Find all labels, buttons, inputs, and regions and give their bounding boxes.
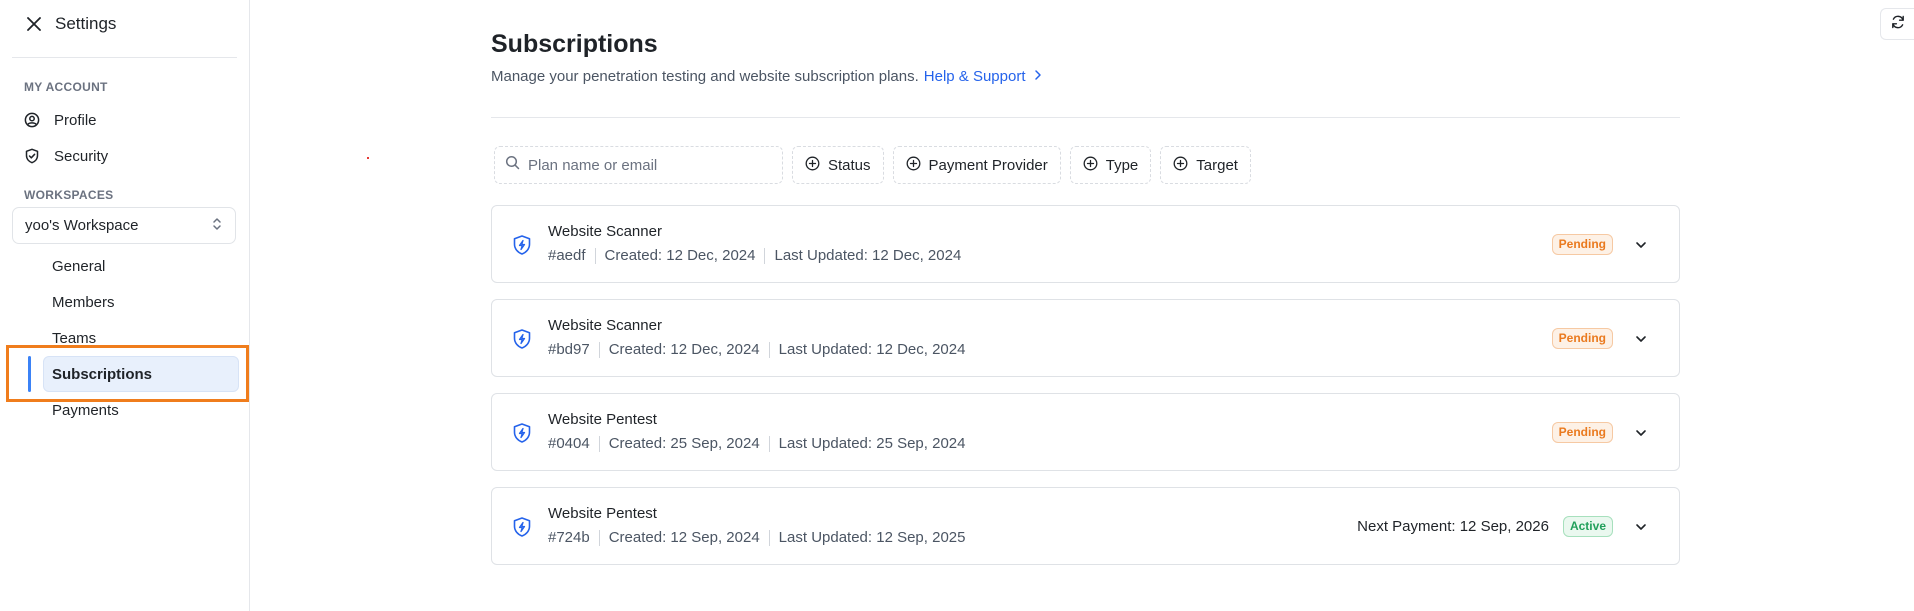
sidebar-item-members[interactable]: Members <box>52 288 115 316</box>
refresh-icon <box>1890 14 1906 35</box>
chevron-down-icon[interactable] <box>1633 519 1649 535</box>
subscription-card[interactable]: Website Scanner #bd97 Created: 12 Dec, 2… <box>491 299 1680 377</box>
meta-separator <box>764 247 766 264</box>
chevron-down-icon[interactable] <box>1633 425 1649 441</box>
subscription-created: Created: 25 Sep, 2024 <box>608 435 760 452</box>
filter-label: Payment Provider <box>928 156 1048 174</box>
plus-circle-icon <box>805 156 820 175</box>
subscription-created: Created: 12 Sep, 2024 <box>608 529 760 546</box>
sidebar-item-profile[interactable]: Profile <box>24 106 97 134</box>
shield-bolt-icon <box>511 328 533 350</box>
close-icon[interactable] <box>25 15 43 33</box>
user-circle-icon <box>24 112 40 128</box>
subscription-id: #0404 <box>548 435 590 452</box>
page-title: Subscriptions <box>491 30 658 58</box>
subscription-meta: #0404 Created: 25 Sep, 2024 Last Updated… <box>548 435 965 452</box>
status-badge: Active <box>1562 516 1613 537</box>
subscription-status-area: Pending <box>1551 234 1649 255</box>
subscription-id: #bd97 <box>548 341 590 358</box>
sidebar-item-general[interactable]: General <box>52 252 105 280</box>
subscription-card[interactable]: Website Scanner #aedf Created: 12 Dec, 2… <box>491 205 1680 283</box>
sidebar-header: Settings <box>25 14 116 34</box>
shield-bolt-icon <box>511 516 533 538</box>
subscription-name: Website Pentest <box>548 505 657 522</box>
sidebar-item-label: Security <box>54 147 109 165</box>
subscription-card[interactable]: Website Pentest #0404 Created: 25 Sep, 2… <box>491 393 1680 471</box>
subscription-updated: Last Updated: 12 Dec, 2024 <box>778 341 966 358</box>
sidebar-item-security[interactable]: Security <box>24 142 108 170</box>
meta-separator <box>768 529 770 546</box>
meta-separator <box>594 247 596 264</box>
filter-toolbar: Status Payment Provider Type Target <box>494 146 1251 184</box>
filter-status[interactable]: Status <box>792 146 884 184</box>
chevron-down-icon[interactable] <box>1633 237 1649 253</box>
subscription-meta: #bd97 Created: 12 Dec, 2024 Last Updated… <box>548 341 965 358</box>
section-my-account: MY ACCOUNT <box>24 80 108 94</box>
subscription-id: #aedf <box>548 247 586 264</box>
subscription-updated: Last Updated: 25 Sep, 2024 <box>778 435 966 452</box>
subscription-card[interactable]: Website Pentest #724b Created: 12 Sep, 2… <box>491 487 1680 565</box>
chevron-up-down-icon <box>211 217 223 235</box>
chevron-right-icon <box>1034 68 1042 85</box>
search-icon <box>505 155 520 175</box>
shield-bolt-icon <box>511 234 533 256</box>
settings-sidebar: Settings MY ACCOUNT Profile Security WOR… <box>0 0 250 611</box>
subscription-status-area: Pending <box>1551 328 1649 349</box>
filter-type[interactable]: Type <box>1069 146 1152 184</box>
status-badge: Pending <box>1551 328 1613 349</box>
subscription-name: Website Scanner <box>548 223 662 240</box>
filter-target[interactable]: Target <box>1160 146 1251 184</box>
subscription-meta: #aedf Created: 12 Dec, 2024 Last Updated… <box>548 247 961 264</box>
search-box[interactable] <box>494 146 783 184</box>
workspace-select-value: yoo's Workspace <box>25 217 139 234</box>
subscription-name: Website Scanner <box>548 317 662 334</box>
workspace-select[interactable]: yoo's Workspace <box>12 207 236 244</box>
filter-payment-provider[interactable]: Payment Provider <box>892 146 1061 184</box>
subscription-created: Created: 12 Dec, 2024 <box>604 247 756 264</box>
page-subtitle: Manage your penetration testing and webs… <box>491 68 1042 85</box>
shield-check-icon <box>24 148 40 164</box>
status-badge: Pending <box>1551 422 1613 443</box>
help-support-label: Help & Support <box>923 68 1026 85</box>
filter-label: Type <box>1105 156 1139 174</box>
meta-separator <box>768 341 770 358</box>
refresh-button[interactable] <box>1880 8 1914 40</box>
highlight-outline <box>6 345 249 402</box>
subtitle-text: Manage your penetration testing and webs… <box>491 68 919 85</box>
status-badge: Pending <box>1551 234 1613 255</box>
sidebar-item-label: Profile <box>54 111 97 129</box>
plus-circle-icon <box>1173 156 1188 175</box>
search-input[interactable] <box>528 156 758 174</box>
cursor-dot <box>367 157 369 159</box>
help-support-link[interactable]: Help & Support <box>924 68 1042 85</box>
sidebar-title: Settings <box>55 14 117 33</box>
next-payment: Next Payment: 12 Sep, 2026 <box>1357 518 1549 535</box>
subscription-updated: Last Updated: 12 Sep, 2025 <box>778 529 966 546</box>
subscription-status-area: Pending <box>1551 422 1649 443</box>
section-workspaces: WORKSPACES <box>24 188 114 202</box>
shield-bolt-icon <box>511 422 533 444</box>
subscription-created: Created: 12 Dec, 2024 <box>608 341 760 358</box>
filter-label: Status <box>828 156 871 174</box>
meta-separator <box>598 341 600 358</box>
meta-separator <box>598 435 600 452</box>
filter-label: Target <box>1196 156 1238 174</box>
meta-separator <box>768 435 770 452</box>
subscription-updated: Last Updated: 12 Dec, 2024 <box>774 247 962 264</box>
header-divider <box>491 117 1680 118</box>
chevron-down-icon[interactable] <box>1633 331 1649 347</box>
plus-circle-icon <box>1083 156 1098 175</box>
meta-separator <box>598 529 600 546</box>
sidebar-divider <box>12 57 237 58</box>
subscription-name: Website Pentest <box>548 411 657 428</box>
sidebar-item-payments[interactable]: Payments <box>52 396 119 424</box>
subscription-status-area: Next Payment: 12 Sep, 2026 Active <box>1357 516 1649 537</box>
subscription-id: #724b <box>548 529 590 546</box>
subscription-meta: #724b Created: 12 Sep, 2024 Last Updated… <box>548 529 965 546</box>
plus-circle-icon <box>906 156 921 175</box>
